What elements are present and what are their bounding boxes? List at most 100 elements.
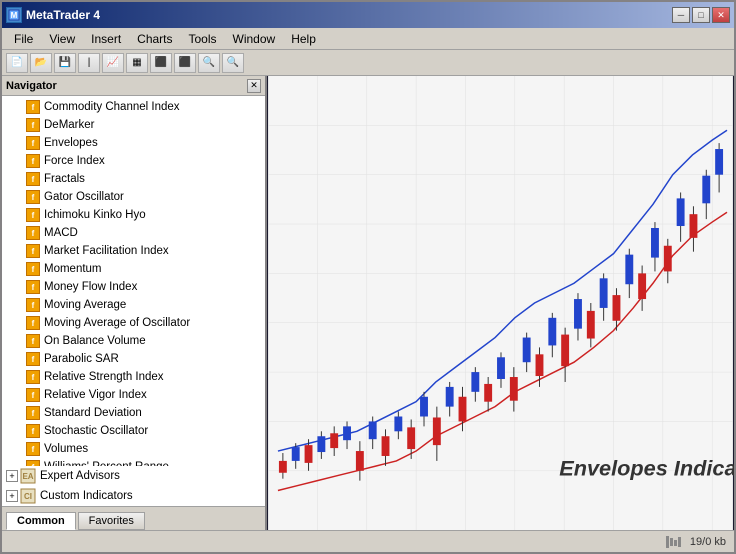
- nav-list-item[interactable]: fRelative Strength Index: [2, 368, 265, 386]
- toolbar: 📄 📂 💾 | 📈 ▦ ⬛ ⬛ 🔍 🔍: [2, 50, 734, 76]
- expand-expert-icon[interactable]: +: [6, 470, 18, 482]
- nav-list-item[interactable]: fOn Balance Volume: [2, 332, 265, 350]
- expand-custom-icon[interactable]: +: [6, 490, 18, 502]
- indicator-icon: f: [26, 280, 40, 294]
- custom-indicators-icon: CI: [20, 488, 36, 504]
- toolbar-candle[interactable]: ⬛: [150, 53, 172, 73]
- nav-list-item[interactable]: f Envelopes: [2, 134, 265, 152]
- indicator-icon: f: [26, 460, 40, 466]
- indicator-icon: f: [26, 154, 40, 168]
- nav-list-item[interactable]: f Volumes: [2, 440, 265, 458]
- nav-tree-custom[interactable]: + CI Custom Indicators: [2, 486, 265, 506]
- toolbar-zoom-out[interactable]: 🔍: [222, 53, 244, 73]
- indicator-label: DeMarker: [44, 119, 94, 131]
- indicator-label: Stochastic Oscillator: [44, 425, 148, 437]
- toolbar-zoom-in[interactable]: 🔍: [198, 53, 220, 73]
- nav-list[interactable]: f Commodity Channel Index f DeMarker f Envelo…: [2, 96, 265, 466]
- navigator-panel: Navigator ✕ f Commodity Channel Index f DeM…: [2, 76, 267, 530]
- app-icon: M: [6, 7, 22, 23]
- toolbar-line[interactable]: ⬛: [174, 53, 196, 73]
- menu-window[interactable]: Window: [225, 30, 284, 48]
- nav-list-item[interactable]: f Gator Oscillator: [2, 188, 265, 206]
- indicator-icon: f: [26, 244, 40, 258]
- indicator-label: Envelopes: [44, 137, 98, 149]
- menu-insert[interactable]: Insert: [83, 30, 129, 48]
- toolbar-chart[interactable]: 📈: [102, 53, 124, 73]
- indicator-label: Fractals: [44, 173, 85, 185]
- nav-list-item[interactable]: fMoving Average: [2, 296, 265, 314]
- nav-list-item[interactable]: fParabolic SAR: [2, 350, 265, 368]
- status-bar: 19/0 kb: [2, 530, 734, 552]
- svg-text:EA: EA: [22, 472, 33, 481]
- minimize-button[interactable]: ─: [672, 7, 690, 23]
- indicator-label: On Balance Volume: [44, 335, 146, 347]
- indicator-icon: f: [26, 190, 40, 204]
- nav-list-item[interactable]: fMoney Flow Index: [2, 278, 265, 296]
- indicator-label: MACD: [44, 227, 78, 239]
- nav-list-item[interactable]: f Williams' Percent Range: [2, 458, 265, 466]
- indicator-icon: f: [26, 118, 40, 132]
- main-window: M MetaTrader 4 ─ □ ✕ File View Insert Ch…: [0, 0, 736, 554]
- svg-text:CI: CI: [24, 492, 32, 501]
- nav-list-item[interactable]: f Fractals: [2, 170, 265, 188]
- toolbar-open[interactable]: 📂: [30, 53, 52, 73]
- indicator-label: Relative Vigor Index: [44, 389, 147, 401]
- indicator-icon: f: [26, 406, 40, 420]
- nav-list-item[interactable]: f Market Facilitation Index: [2, 242, 265, 260]
- chart-svg: Envelopes Indicator: [267, 76, 734, 530]
- nav-list-item[interactable]: f Stochastic Oscillator: [2, 422, 265, 440]
- indicator-icon: f: [26, 136, 40, 150]
- indicator-label: Standard Deviation: [44, 407, 142, 419]
- indicator-label: Williams' Percent Range: [44, 461, 169, 466]
- menu-tools[interactable]: Tools: [181, 30, 225, 48]
- toolbar-new[interactable]: 📄: [6, 53, 28, 73]
- title-bar-buttons: ─ □ ✕: [672, 7, 730, 23]
- indicator-icon: f: [26, 424, 40, 438]
- menu-file[interactable]: File: [6, 30, 41, 48]
- navigator-title: Navigator: [6, 80, 57, 92]
- menu-charts[interactable]: Charts: [129, 30, 180, 48]
- indicator-icon: f: [26, 100, 40, 114]
- nav-list-item[interactable]: fMomentum: [2, 260, 265, 278]
- nav-list-item[interactable]: f DeMarker: [2, 116, 265, 134]
- toolbar-bar[interactable]: ▦: [126, 53, 148, 73]
- indicator-icon: f: [26, 298, 40, 312]
- menu-help[interactable]: Help: [283, 30, 324, 48]
- indicator-label: Market Facilitation Index: [44, 245, 169, 257]
- indicator-icon: f: [26, 370, 40, 384]
- nav-list-item[interactable]: fMoving Average of Oscillator: [2, 314, 265, 332]
- nav-list-item[interactable]: f MACD: [2, 224, 265, 242]
- navigator-header: Navigator ✕: [2, 76, 265, 96]
- toolbar-save[interactable]: 💾: [54, 53, 76, 73]
- nav-tree-expert[interactable]: + EA Expert Advisors: [2, 466, 265, 486]
- nav-list-item[interactable]: fForce Index: [2, 152, 265, 170]
- nav-list-item[interactable]: fRelative Vigor Index: [2, 386, 265, 404]
- tab-common[interactable]: Common: [6, 512, 76, 530]
- indicator-icon: f: [26, 442, 40, 456]
- indicator-icon: f: [26, 208, 40, 222]
- indicator-label: Gator Oscillator: [44, 191, 124, 203]
- indicator-label: Commodity Channel Index: [44, 101, 180, 113]
- toolbar-sep1: |: [78, 53, 100, 73]
- nav-list-item[interactable]: f Standard Deviation: [2, 404, 265, 422]
- custom-indicators-label: Custom Indicators: [40, 490, 133, 502]
- window-title: MetaTrader 4: [26, 8, 100, 22]
- navigator-close-button[interactable]: ✕: [247, 79, 261, 93]
- indicator-icon: f: [26, 316, 40, 330]
- menu-view[interactable]: View: [41, 30, 83, 48]
- tab-favorites[interactable]: Favorites: [78, 512, 145, 530]
- indicator-label: Momentum: [44, 263, 102, 275]
- nav-tabs: Common Favorites: [2, 506, 265, 530]
- restore-button[interactable]: □: [692, 7, 710, 23]
- nav-list-item[interactable]: fIchimoku Kinko Hyo: [2, 206, 265, 224]
- svg-text:Envelopes Indicator: Envelopes Indicator: [559, 456, 734, 481]
- chart-type-icon: [666, 535, 682, 549]
- expert-advisors-icon: EA: [20, 468, 36, 484]
- chart-area: Envelopes Indicator: [267, 76, 734, 530]
- title-bar-left: M MetaTrader 4: [6, 7, 100, 23]
- nav-list-item[interactable]: f Commodity Channel Index: [2, 98, 265, 116]
- indicator-icon: f: [26, 226, 40, 240]
- close-button[interactable]: ✕: [712, 7, 730, 23]
- indicator-icon: f: [26, 172, 40, 186]
- indicator-label: Volumes: [44, 443, 88, 455]
